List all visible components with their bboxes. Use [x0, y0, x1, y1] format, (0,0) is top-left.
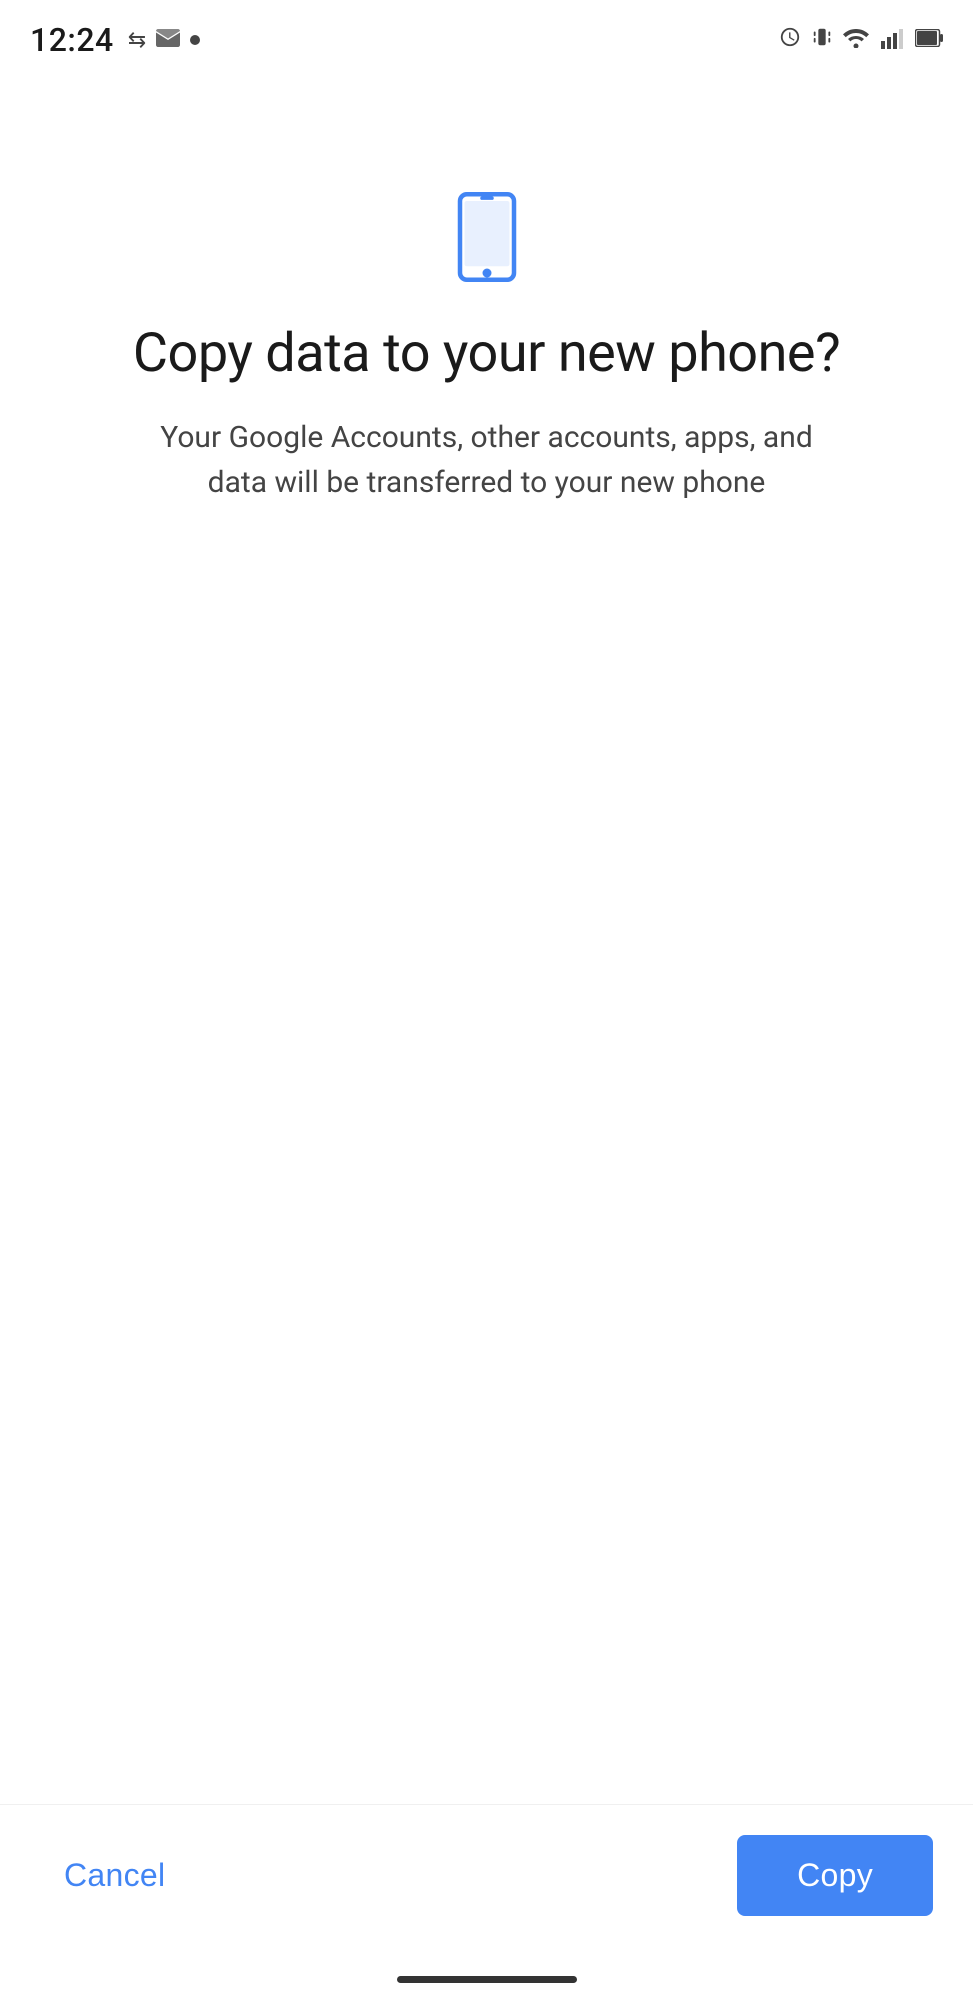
battery-icon [915, 29, 943, 51]
home-indicator-bar [397, 1976, 577, 1983]
bottom-action-bar: Cancel Copy [0, 1804, 973, 1966]
page-title: Copy data to your new phone? [133, 322, 840, 387]
signal-icon [881, 27, 903, 53]
home-indicator [0, 1966, 973, 1999]
status-time: 12:24 [30, 21, 114, 59]
gmail-icon [156, 28, 180, 52]
alarm-icon [779, 26, 801, 54]
main-content: Copy data to your new phone? Your Google… [0, 72, 973, 1804]
notification-icons: ⇆ [128, 28, 200, 53]
phone-icon [442, 192, 532, 282]
status-bar-left: 12:24 ⇆ [30, 21, 200, 59]
notification-dot [190, 35, 200, 45]
status-bar-right [779, 26, 943, 54]
phone-icon-wrapper [442, 192, 532, 286]
page-subtitle: Your Google Accounts, other accounts, ap… [137, 415, 837, 505]
copy-button[interactable]: Copy [737, 1835, 933, 1916]
status-bar: 12:24 ⇆ [0, 0, 973, 72]
vibrate-icon [813, 26, 831, 54]
arrows-icon: ⇆ [128, 28, 146, 53]
cancel-button[interactable]: Cancel [40, 1837, 189, 1914]
wifi-icon [843, 28, 869, 52]
